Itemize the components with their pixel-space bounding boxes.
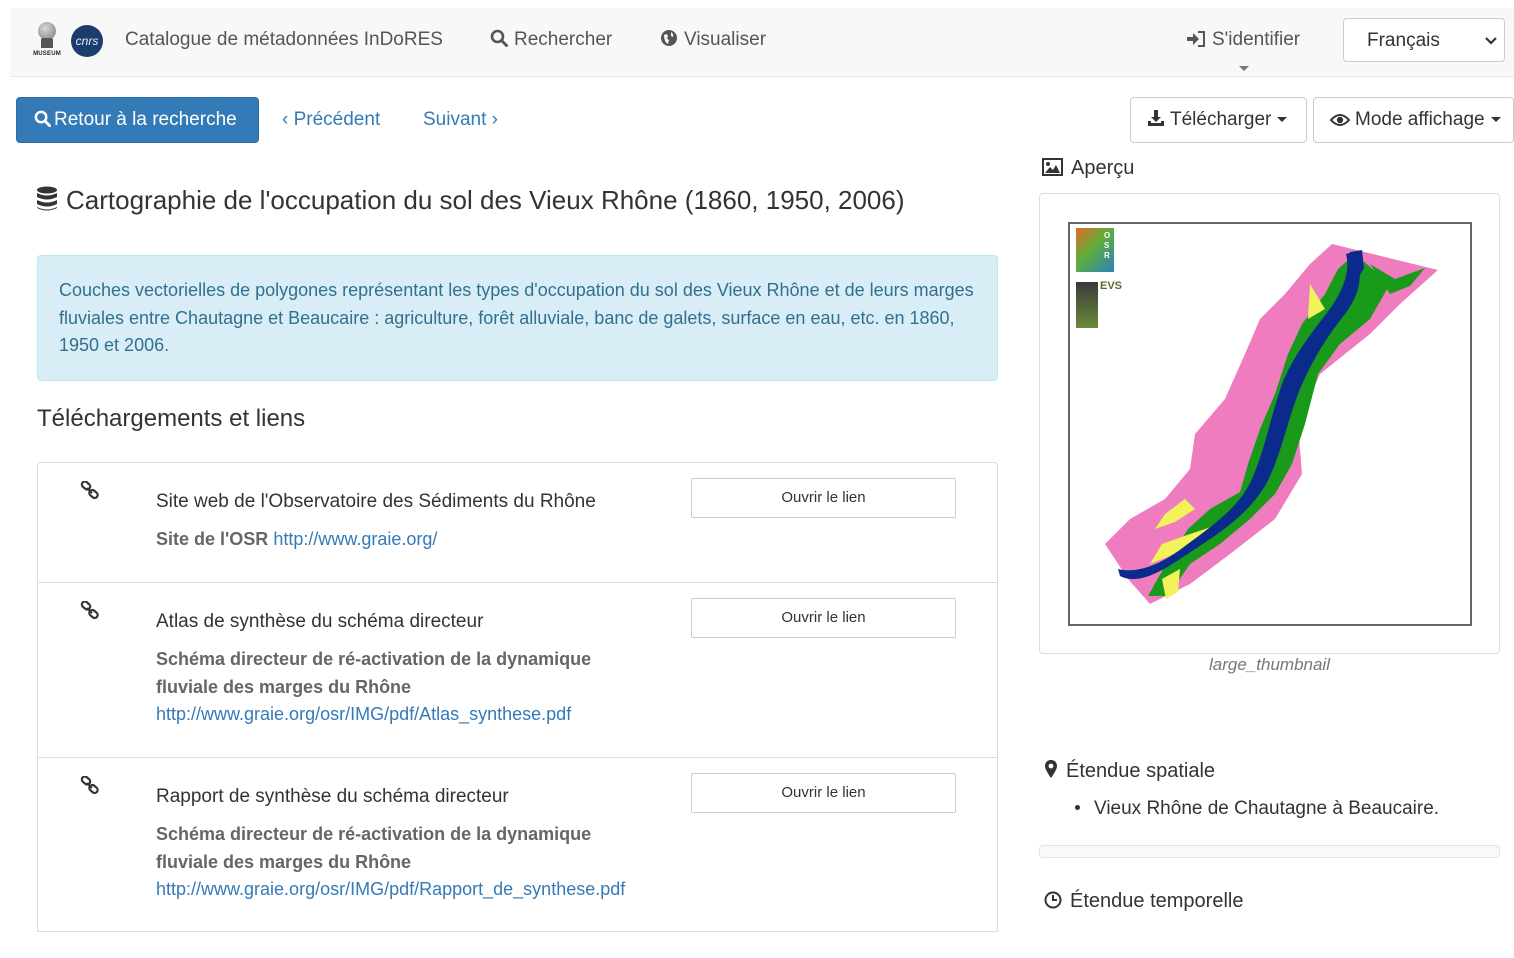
preview-heading-text: Aperçu [1071, 157, 1135, 179]
temporal-extent-heading: Étendue temporelle [1044, 890, 1243, 913]
museum-logo[interactable]: MUSEUM [30, 22, 64, 60]
spatial-extent-heading-text: Étendue spatiale [1066, 760, 1216, 782]
nav-search-link[interactable]: Rechercher [490, 29, 612, 51]
open-link-button[interactable]: Ouvrir le lien [691, 773, 956, 813]
preview-caption: large_thumbnail [1209, 655, 1330, 674]
display-mode-dropdown-button[interactable]: Mode affichage [1313, 97, 1514, 143]
link-icon [80, 481, 99, 500]
spatial-extent-map-placeholder [1039, 845, 1500, 858]
link-description: Schéma directeur de ré-activation de la … [156, 824, 626, 899]
preview-thumbnail-image[interactable]: OSR EVS [1068, 222, 1472, 626]
links-list: Site web de l'Observatoire des Sédiments… [37, 462, 998, 932]
link-url[interactable]: http://www.graie.org/osr/IMG/pdf/Rapport… [156, 879, 625, 899]
search-icon [34, 110, 51, 127]
spatial-extent-item: Vieux Rhône de Chautagne à Beaucaire. [1075, 798, 1439, 820]
preview-heading: Aperçu [1042, 157, 1134, 180]
page-title: Cartographie de l'occupation du sol des … [36, 185, 905, 216]
globe-icon [661, 30, 677, 46]
downloads-links-heading: Téléchargements et liens [37, 405, 306, 432]
language-select-value: Français [1367, 30, 1440, 51]
nav-visualize-link[interactable]: Visualiser [660, 29, 766, 51]
picture-icon [1042, 158, 1063, 176]
eye-icon [1329, 114, 1351, 126]
clock-icon [1044, 891, 1062, 909]
map-marker-icon [1045, 760, 1057, 778]
link-url[interactable]: http://www.graie.org/ [273, 529, 437, 549]
link-title: Site web de l'Observatoire des Sédiments… [156, 491, 596, 512]
link-icon [80, 601, 99, 620]
login-dropdown-caret[interactable] [1239, 66, 1249, 71]
spatial-extent-heading: Étendue spatiale [1044, 759, 1215, 783]
open-link-button[interactable]: Ouvrir le lien [691, 598, 956, 638]
link-title: Atlas de synthèse du schéma directeur [156, 611, 484, 632]
page-title-text: Cartographie de l'occupation du sol des … [66, 185, 905, 215]
download-icon [1148, 110, 1164, 126]
database-icon [37, 186, 57, 211]
back-to-search-label: Retour à la recherche [54, 109, 237, 130]
abstract-text: Couches vectorielles de polygones représ… [59, 280, 974, 355]
temporal-extent-heading-text: Étendue temporelle [1070, 890, 1244, 912]
download-label: Télécharger [1170, 109, 1272, 130]
nav-search-label: Rechercher [514, 29, 613, 50]
search-icon [490, 29, 508, 47]
open-link-button[interactable]: Ouvrir le lien [691, 478, 956, 518]
abstract-panel: Couches vectorielles de polygones représ… [37, 255, 998, 381]
list-item: Rapport de synthèse du schéma directeur … [38, 758, 997, 958]
language-select[interactable]: Français [1343, 18, 1505, 62]
chevron-down-icon [1485, 37, 1497, 45]
next-record-link[interactable]: Suivant › [423, 109, 498, 131]
catalogue-brand-link[interactable]: Catalogue de métadonnées InDoRES [125, 29, 443, 51]
download-dropdown-button[interactable]: Télécharger [1130, 97, 1307, 143]
nav-login-link[interactable]: S'identifier [1186, 29, 1300, 51]
cnrs-logo[interactable]: cnrs [71, 25, 103, 57]
list-item: Atlas de synthèse du schéma directeur Sc… [38, 583, 997, 758]
back-to-search-button[interactable]: Retour à la recherche [16, 97, 259, 143]
nav-visualize-label: Visualiser [684, 29, 767, 50]
list-item: Site web de l'Observatoire des Sédiments… [38, 463, 997, 583]
link-url[interactable]: http://www.graie.org/osr/IMG/pdf/Atlas_s… [156, 704, 571, 724]
link-icon [80, 776, 99, 795]
preview-thumbnail-panel: OSR EVS [1039, 193, 1500, 654]
sign-in-icon [1187, 31, 1205, 47]
land-use-map [1105, 244, 1438, 604]
spatial-extent-text: Vieux Rhône de Chautagne à Beaucaire. [1094, 798, 1440, 819]
nav-login-label: S'identifier [1212, 29, 1301, 50]
link-description: Schéma directeur de ré-activation de la … [156, 649, 592, 724]
previous-record-link[interactable]: ‹ Précédent [282, 109, 380, 131]
link-description: Site de l'OSR http://www.graie.org/ [156, 529, 438, 549]
display-mode-label: Mode affichage [1355, 109, 1485, 130]
link-title: Rapport de synthèse du schéma directeur [156, 786, 509, 807]
